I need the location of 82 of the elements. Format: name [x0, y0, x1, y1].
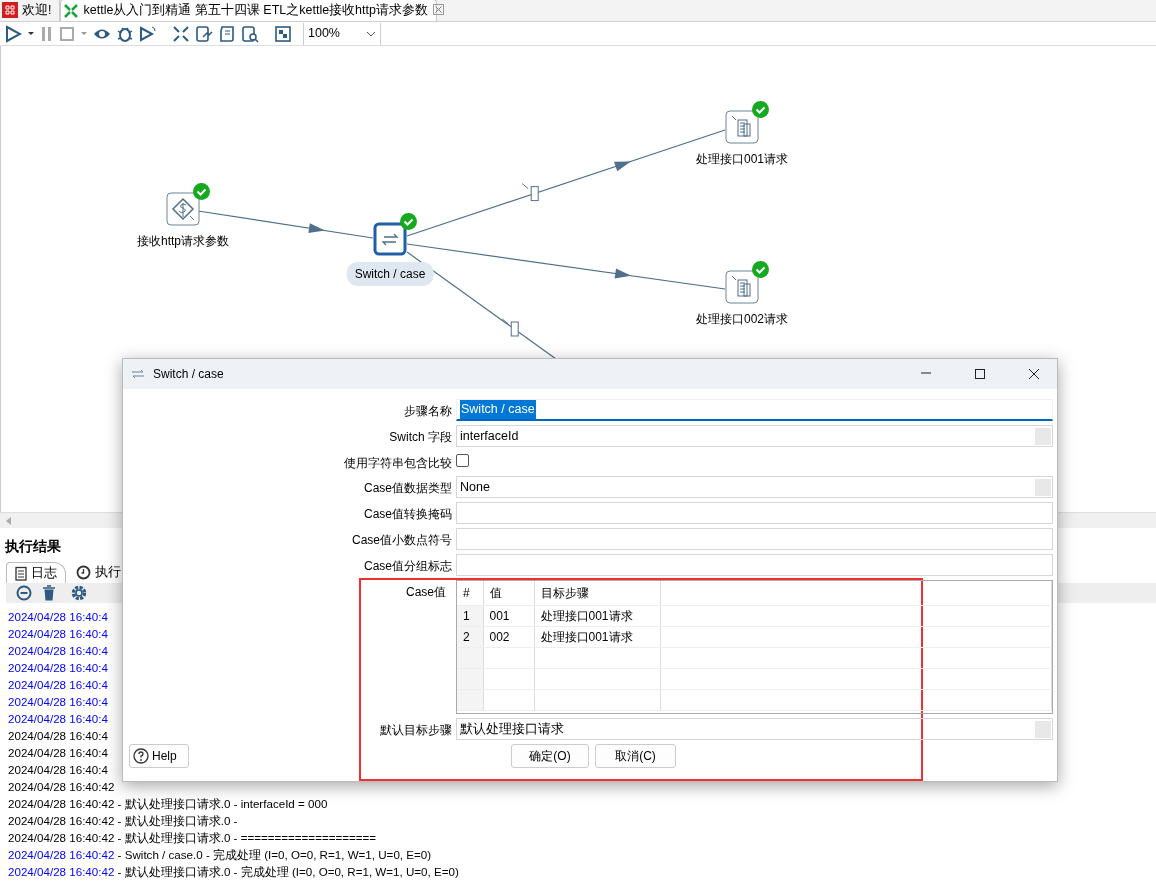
log-line: 2024/04/28 16:40:42	[8, 779, 115, 795]
ok-button[interactable]: 确定(O)	[511, 744, 589, 768]
table-cell: 001	[483, 605, 534, 626]
trash-icon[interactable]	[42, 585, 56, 601]
bug-icon[interactable]	[116, 24, 134, 43]
minus-circle-icon[interactable]	[16, 585, 32, 601]
target-icon	[521, 183, 539, 202]
column-header[interactable]: #	[457, 581, 483, 605]
script-icon[interactable]	[218, 24, 236, 43]
cancel-button[interactable]: 取消(C)	[595, 744, 676, 768]
field-label: 默认目标步骤	[379, 722, 452, 739]
step-icon[interactable]	[166, 192, 200, 226]
table-cell: 1	[457, 605, 483, 626]
log-line: 2024/04/28 16:40:4	[8, 660, 108, 676]
log-line: 2024/04/28 16:40:42 - Switch / case.0 - 完成处理 (I=0, O=0, R=1, W=1, U=0, E=0)	[8, 847, 432, 863]
help-button[interactable]: Help	[129, 744, 189, 768]
notepad-icon	[15, 565, 27, 581]
dropdown-field[interactable]: 默认处理接口请求	[456, 718, 1053, 740]
step-label: 接收http请求参数	[137, 233, 229, 250]
log-line: 2024/04/28 16:40:4	[8, 643, 108, 659]
log-line: 2024/04/28 16:40:4	[8, 711, 108, 727]
field-label: 使用字符串包含比较	[343, 455, 452, 472]
step-label: Switch / case	[346, 262, 434, 286]
log-line: 2024/04/28 16:40:4	[8, 728, 108, 744]
chevron-icon	[366, 30, 376, 37]
maximize-icon[interactable]	[974, 368, 986, 380]
results-tab[interactable]: 执行	[68, 562, 129, 583]
column-header[interactable]: 值	[483, 581, 534, 605]
dropdown-field[interactable]: None	[456, 476, 1053, 498]
target-icon	[501, 318, 519, 337]
column-header[interactable]: 目标步骤	[534, 581, 660, 605]
layout-icon[interactable]	[274, 24, 292, 43]
impact-icon[interactable]	[195, 24, 213, 43]
log-line: 2024/04/28 16:40:42 - 默认处理接口请求.0 - interfaceId = 000	[8, 796, 328, 812]
replay-icon[interactable]	[139, 24, 157, 43]
table-cell: 处理接口001请求	[534, 626, 660, 647]
step-icon[interactable]	[373, 222, 407, 256]
log-line: 2024/04/28 16:40:4	[8, 694, 108, 710]
verify-icon[interactable]	[172, 24, 190, 43]
step-icon[interactable]	[725, 270, 759, 304]
field-label: Case值小数点符号	[351, 532, 452, 549]
explore-icon[interactable]	[241, 24, 259, 43]
log-line: 2024/04/28 16:40:4	[8, 677, 108, 693]
field-label: Case值	[405, 584, 447, 601]
editor-tab[interactable]: kettle从入门到精通 第五十四课 ETL之kettle接收http请求参数	[60, 0, 437, 21]
log-line: 2024/04/28 16:40:4	[8, 626, 108, 642]
help-icon	[133, 748, 149, 764]
close-icon[interactable]	[1028, 368, 1040, 380]
dialog-title: Switch / case	[153, 366, 224, 383]
text-field[interactable]	[456, 528, 1053, 550]
table-cell: 002	[483, 626, 534, 647]
log-line: 2024/04/28 16:40:42 - 默认处理接口请求.0 -	[8, 813, 238, 829]
field-label: Switch 字段	[388, 429, 452, 446]
checkbox[interactable]	[456, 454, 469, 467]
editor-tab[interactable]: 欢迎!	[0, 0, 61, 21]
settings-icon[interactable]	[70, 584, 88, 602]
clock-icon	[76, 565, 91, 580]
transformation-icon	[63, 2, 80, 19]
step-icon[interactable]	[725, 110, 759, 144]
log-line: 2024/04/28 16:40:4	[8, 609, 108, 625]
log-line: 2024/04/28 16:40:4	[8, 745, 108, 761]
step-label: 处理接口001请求	[696, 151, 788, 168]
results-tab[interactable]: 日志	[6, 562, 66, 583]
field-label: 步骤名称	[403, 403, 452, 420]
table-cell: 处理接口001请求	[534, 605, 660, 626]
swap-arrows-icon	[131, 369, 145, 379]
log-line: 2024/04/28 16:40:42 - 默认处理接口请求.0 - 完成处理 (I=0, O=0, R=1, W=1, U=0, E=0)	[8, 864, 459, 880]
field-label: Case值分组标志	[363, 558, 452, 575]
text-field[interactable]	[456, 554, 1053, 576]
panel-title: 执行结果	[4, 537, 62, 556]
field-label: Case值数据类型	[363, 480, 452, 497]
log-line: 2024/04/28 16:40:4	[8, 762, 108, 778]
field-label: Case值转换掩码	[363, 506, 452, 523]
dropdown-field[interactable]: interfaceId	[456, 425, 1053, 447]
zoom-dropdown[interactable]: 100%	[303, 22, 381, 45]
table-cell: 2	[457, 626, 483, 647]
run-icon[interactable]	[4, 24, 22, 43]
left-arrow-icon	[6, 516, 12, 525]
log-line: 2024/04/28 16:40:42 - 默认处理接口请求.0 - ====================	[8, 830, 377, 846]
text-field[interactable]	[456, 502, 1053, 524]
text-field[interactable]: Switch / case	[456, 399, 1053, 421]
step-label: 处理接口002请求	[696, 311, 788, 328]
